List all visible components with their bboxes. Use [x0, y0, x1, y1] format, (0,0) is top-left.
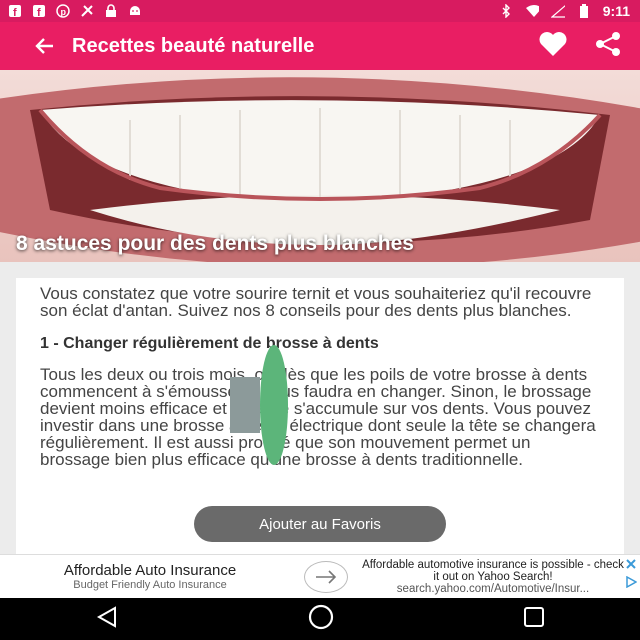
floating-drag-handle[interactable] [230, 345, 290, 465]
recents-icon[interactable] [521, 604, 547, 635]
share-icon[interactable] [594, 31, 622, 62]
ad-headline[interactable]: Affordable Auto Insurance [0, 563, 300, 579]
arrow-right-icon[interactable] [304, 561, 348, 593]
pinterest-icon: p [56, 4, 70, 18]
ad-banner[interactable]: Affordable Auto Insurance Budget Friendl… [0, 554, 640, 599]
home-icon[interactable] [306, 602, 336, 637]
hero-image: 8 astuces pour des dents plus blanches [0, 70, 640, 262]
ad-description: Affordable automotive insurance is possi… [362, 559, 624, 583]
toast-message: Ajouter au Favoris [194, 506, 446, 542]
wifi-icon [525, 4, 539, 18]
status-bar: f f p 9:11 [0, 0, 640, 22]
article-title: 8 astuces pour des dents plus blanches [16, 232, 414, 255]
heart-icon[interactable] [538, 31, 568, 62]
app-icon [80, 4, 94, 18]
adchoices-icon[interactable] [625, 575, 638, 593]
article-intro: Vous constatez que votre sourire ternit … [40, 284, 592, 320]
back-icon[interactable] [93, 605, 121, 634]
svg-text:f: f [37, 7, 41, 18]
app-bar: Recettes beauté naturelle [0, 22, 640, 70]
signal-icon [550, 4, 565, 18]
ad-url[interactable]: search.yahoo.com/Automotive/Insur... [358, 583, 628, 595]
back-arrow-icon[interactable] [22, 22, 66, 70]
battery-icon [577, 4, 591, 18]
svg-text:f: f [13, 7, 17, 18]
facebook-icon: f [8, 4, 22, 18]
svg-text:p: p [61, 7, 67, 17]
navigation-bar [0, 598, 640, 640]
android-icon [128, 4, 142, 18]
facebook-icon: f [32, 4, 46, 18]
ad-subtitle: Budget Friendly Auto Insurance [73, 579, 227, 591]
status-time: 9:11 [602, 3, 630, 19]
section-heading: 1 - Changer régulièrement de brosse à de… [40, 335, 379, 352]
app-title: Recettes beauté naturelle [72, 34, 315, 57]
bluetooth-icon [499, 4, 513, 18]
close-icon[interactable] [625, 557, 637, 575]
lock-icon [104, 4, 118, 18]
section-body: Tous les deux ou trois mois, ou dès que … [40, 365, 596, 469]
